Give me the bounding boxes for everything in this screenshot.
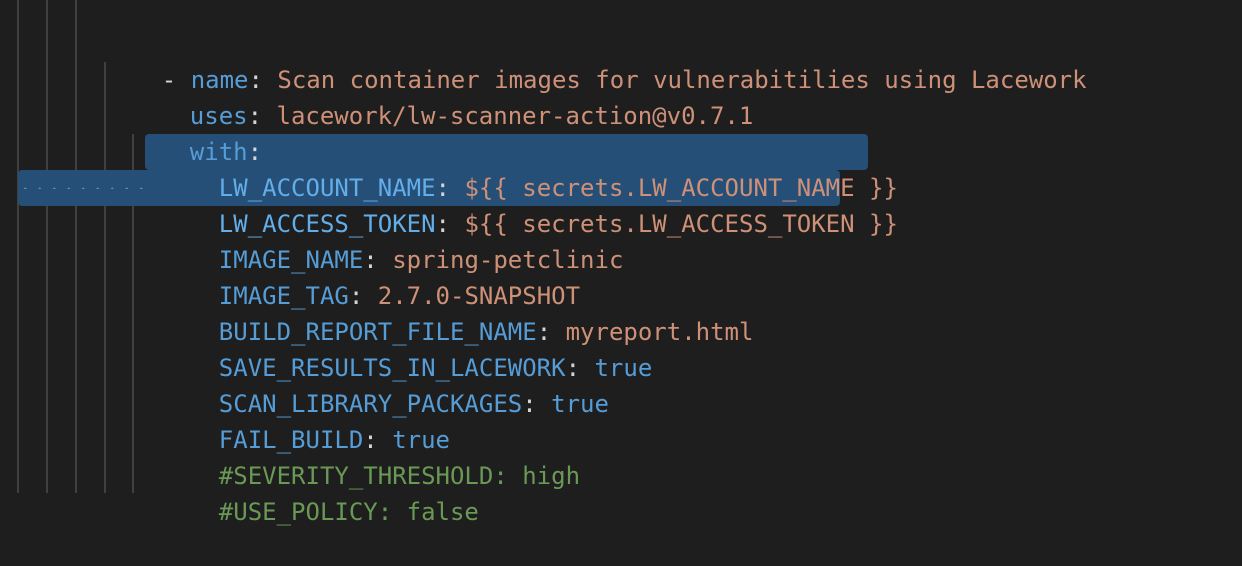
code-line-13[interactable]: #USE_POLICY: false <box>161 458 479 526</box>
indent-guide-3 <box>75 0 77 493</box>
yaml-colon: : <box>522 390 552 418</box>
yaml-value: lacework/lw-scanner-action@v0.7.1 <box>276 102 754 130</box>
code-line-11[interactable]: FAIL_BUILD: true <box>161 386 450 454</box>
yaml-value: true <box>551 390 609 418</box>
code-line-2[interactable]: uses: lacework/lw-scanner-action@v0.7.1 <box>132 62 754 130</box>
code-line-9[interactable]: SAVE_RESULTS_IN_LACEWORK: true <box>161 314 652 382</box>
whitespace-markers <box>18 187 148 189</box>
code-line-7[interactable]: IMAGE_TAG: 2.7.0-SNAPSHOT <box>161 242 580 310</box>
code-line-12[interactable]: #SEVERITY_THRESHOLD: high <box>161 422 580 490</box>
yaml-comment: #USE_POLICY: false <box>218 498 479 526</box>
code-line-10[interactable]: SCAN_LIBRARY_PACKAGES: true <box>161 350 609 418</box>
indent-guide-2 <box>46 0 48 493</box>
code-line-1[interactable]: - name: Scan container images for vulner… <box>104 26 1087 94</box>
code-line-3[interactable]: with: <box>132 98 262 166</box>
code-line-6[interactable]: IMAGE_NAME: spring-petclinic <box>161 206 624 274</box>
code-line-5[interactable]: LW_ACCESS_TOKEN: ${{ secrets.LW_ACCESS_T… <box>161 170 898 238</box>
code-editor[interactable]: - name: Scan container images for vulner… <box>0 0 1242 554</box>
code-line-8[interactable]: BUILD_REPORT_FILE_NAME: myreport.html <box>161 278 754 346</box>
code-line-4[interactable]: LW_ACCOUNT_NAME: ${{ secrets.LW_ACCOUNT_… <box>161 134 898 202</box>
indent-guide-1 <box>17 0 19 493</box>
